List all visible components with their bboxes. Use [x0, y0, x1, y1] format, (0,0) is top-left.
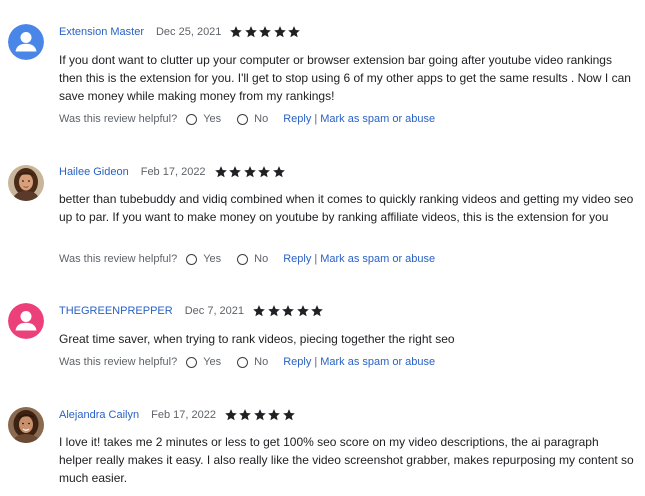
- yes-label: Yes: [203, 356, 222, 368]
- review-date: Dec 25, 2021: [155, 26, 222, 38]
- star-icon: [225, 409, 237, 421]
- helpful-yes-option[interactable]: Yes: [186, 113, 221, 125]
- no-radio[interactable]: [237, 113, 249, 125]
- separator: |: [314, 113, 318, 125]
- star-rating: [214, 165, 287, 179]
- star-icon: [268, 409, 281, 421]
- review-text: I love it! takes me 2 minutes or less to…: [59, 435, 634, 485]
- avatar: [8, 407, 44, 443]
- reply-link[interactable]: Reply: [283, 113, 311, 125]
- helpful-question: Was this review helpful?: [59, 113, 178, 125]
- star-icon: [259, 26, 272, 38]
- star-icon: [272, 166, 285, 178]
- separator: |: [314, 253, 318, 265]
- review-author[interactable]: Alejandra Cailyn: [59, 409, 139, 421]
- star-icon: [296, 305, 309, 317]
- no-radio[interactable]: [237, 253, 249, 265]
- star-rating: [252, 304, 325, 318]
- avatar: [8, 24, 44, 60]
- star-icon: [229, 166, 241, 178]
- separator: |: [314, 356, 318, 368]
- review-author[interactable]: Extension Master: [59, 26, 144, 38]
- helpful-row: Was this review helpful? Yes No Reply | …: [59, 111, 435, 127]
- star-icon: [288, 26, 301, 38]
- mark-spam-link[interactable]: Mark as spam or abuse: [320, 356, 435, 368]
- helpful-no-option[interactable]: No: [237, 356, 268, 368]
- yes-radio[interactable]: [186, 253, 198, 265]
- helpful-yes-option[interactable]: Yes: [186, 356, 221, 368]
- reply-link[interactable]: Reply: [283, 356, 311, 368]
- yes-label: Yes: [203, 113, 222, 125]
- helpful-yes-option[interactable]: Yes: [186, 253, 221, 265]
- helpful-no-option[interactable]: No: [237, 113, 268, 125]
- helpful-question: Was this review helpful?: [59, 356, 178, 368]
- star-icon: [258, 166, 270, 178]
- profile-photo: [8, 165, 44, 201]
- yes-radio[interactable]: [186, 113, 198, 125]
- review-date: Dec 7, 2021: [184, 305, 245, 317]
- review-text: Great time saver, when trying to rank vi…: [59, 332, 455, 346]
- no-label: No: [254, 253, 269, 265]
- avatar: [8, 303, 44, 339]
- profile-photo: [8, 407, 44, 443]
- review-text: If you dont want to clutter up your comp…: [59, 53, 631, 103]
- yes-radio[interactable]: [186, 356, 198, 368]
- helpful-row: Was this review helpful? Yes No Reply | …: [59, 251, 435, 267]
- no-label: No: [254, 113, 269, 125]
- star-icon: [283, 409, 295, 421]
- review-text: better than tubebuddy and vidiq combined…: [59, 192, 634, 224]
- helpful-row: Was this review helpful? Yes No Reply | …: [59, 354, 435, 370]
- no-radio[interactable]: [237, 356, 249, 368]
- yes-label: Yes: [203, 253, 222, 265]
- star-icon: [282, 305, 294, 317]
- no-label: No: [254, 356, 269, 368]
- mark-spam-link[interactable]: Mark as spam or abuse: [320, 253, 435, 265]
- helpful-no-option[interactable]: No: [237, 253, 268, 265]
- person-icon: [8, 303, 44, 339]
- review-author[interactable]: THEGREENPREPPER: [59, 305, 173, 317]
- star-icon: [239, 409, 252, 421]
- star-icon: [311, 305, 323, 317]
- star-rating: [229, 25, 302, 39]
- mark-spam-link[interactable]: Mark as spam or abuse: [320, 113, 435, 125]
- review-date: Feb 17, 2022: [140, 166, 206, 178]
- star-rating: [224, 408, 297, 422]
- star-icon: [267, 305, 280, 317]
- star-icon: [230, 26, 243, 38]
- review-date: Feb 17, 2022: [151, 409, 216, 421]
- star-icon: [253, 305, 265, 317]
- reply-link[interactable]: Reply: [283, 253, 311, 265]
- star-icon: [243, 166, 256, 178]
- star-icon: [254, 409, 266, 421]
- person-icon: [8, 24, 44, 60]
- review-author[interactable]: Hailee Gideon: [59, 166, 129, 178]
- star-icon: [214, 166, 227, 178]
- helpful-question: Was this review helpful?: [59, 253, 178, 265]
- star-icon: [274, 26, 286, 38]
- avatar: [8, 165, 44, 201]
- star-icon: [245, 26, 257, 38]
